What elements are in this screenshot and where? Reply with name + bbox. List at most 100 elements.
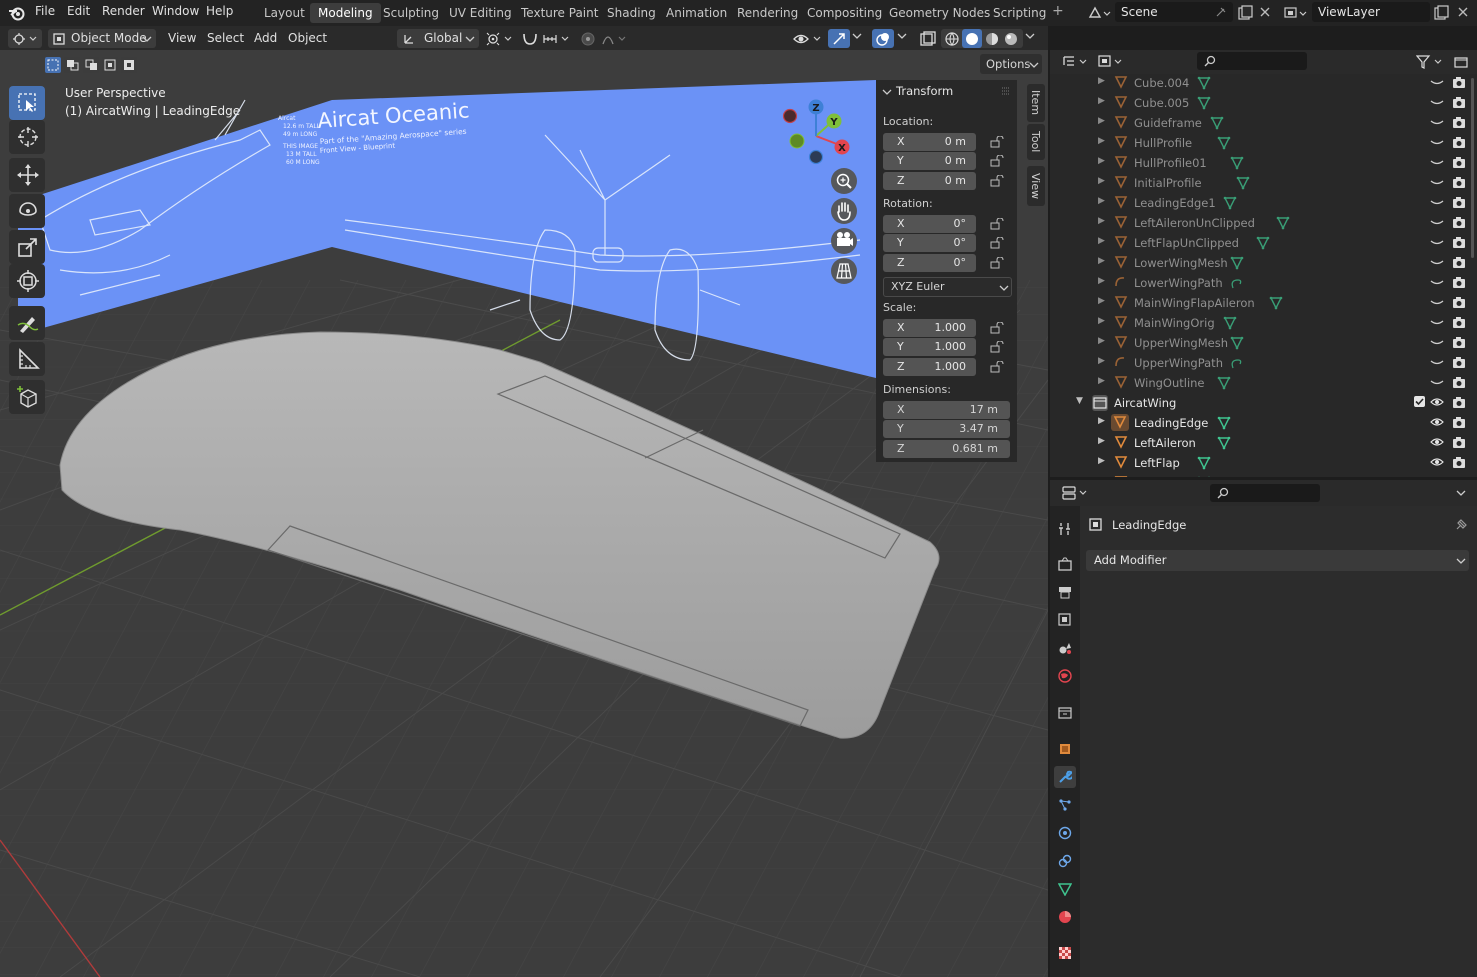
tab-modeling[interactable]: Modeling xyxy=(310,3,381,23)
camera-render-icon[interactable] xyxy=(1452,376,1466,389)
tab-tool[interactable]: Tool xyxy=(1027,124,1045,160)
editor-type-button[interactable] xyxy=(8,29,42,48)
new-scene-icon[interactable] xyxy=(1236,4,1254,22)
tab-geometry-nodes[interactable]: Geometry Nodes xyxy=(881,3,998,23)
chevron-down-icon[interactable] xyxy=(896,32,908,42)
overlay-toggle-button[interactable] xyxy=(872,29,894,48)
camera-render-icon[interactable] xyxy=(1452,276,1466,289)
camera-render-icon[interactable] xyxy=(1452,336,1466,349)
mesh-data-icon[interactable] xyxy=(1197,476,1211,477)
outliner-editor-icon[interactable] xyxy=(1062,55,1090,69)
eye-closed-icon[interactable] xyxy=(1430,177,1444,188)
camera-render-icon[interactable] xyxy=(1452,436,1466,449)
outliner-row[interactable]: ▶ LeadingEdge xyxy=(1050,413,1468,433)
outliner-row[interactable]: ▶ MainWing xyxy=(1050,473,1468,477)
dimension-y-field[interactable]: Y 3.47 m xyxy=(883,420,1010,438)
filter-icon[interactable] xyxy=(1416,55,1446,69)
scale-tool[interactable] xyxy=(9,230,45,264)
navigation-gizmo[interactable]: X Y Z xyxy=(780,90,860,170)
add-modifier-dropdown[interactable]: Add Modifier xyxy=(1086,550,1469,571)
lock-icon[interactable] xyxy=(990,361,1004,373)
tab-world[interactable] xyxy=(1054,665,1076,687)
mesh-data-icon[interactable] xyxy=(1269,296,1283,310)
expand-arrow-icon[interactable]: ▶ xyxy=(1098,336,1105,346)
blender-logo-icon[interactable] xyxy=(8,5,26,21)
cursor-tool[interactable] xyxy=(9,120,45,154)
eye-closed-icon[interactable] xyxy=(1430,257,1444,268)
lock-icon[interactable] xyxy=(990,257,1004,269)
lock-icon[interactable] xyxy=(990,155,1004,167)
camera-render-icon[interactable] xyxy=(1452,196,1466,209)
location-z-field[interactable]: Z 0 m xyxy=(883,172,976,190)
rotation-z-field[interactable]: Z 0° xyxy=(883,254,976,272)
mesh-data-icon[interactable] xyxy=(1197,76,1211,90)
tab-output[interactable] xyxy=(1054,581,1076,603)
mesh-data-icon[interactable] xyxy=(1217,136,1231,150)
rotation-x-field[interactable]: X 0° xyxy=(883,215,976,233)
eye-closed-icon[interactable] xyxy=(1430,77,1444,88)
transform-tool[interactable] xyxy=(9,264,45,298)
outliner-row[interactable]: ▶ WingOutline xyxy=(1050,373,1468,393)
rendered-shading-icon[interactable] xyxy=(1003,31,1019,47)
move-tool[interactable] xyxy=(9,158,45,192)
scene-selector-icon[interactable] xyxy=(1087,5,1113,21)
eye-closed-icon[interactable] xyxy=(1430,357,1444,368)
tab-object-data[interactable] xyxy=(1054,878,1076,900)
camera-render-icon[interactable] xyxy=(1452,156,1466,169)
expand-arrow-icon[interactable]: ▶ xyxy=(1098,476,1105,477)
mesh-data-icon[interactable] xyxy=(1230,336,1244,350)
pin-icon[interactable] xyxy=(1454,518,1468,532)
expand-arrow-icon[interactable]: ▶ xyxy=(1098,296,1105,306)
add-workspace-button[interactable]: + xyxy=(1052,3,1064,19)
tab-view[interactable]: View xyxy=(1027,166,1045,206)
tab-texture-paint[interactable]: Texture Paint xyxy=(513,3,606,23)
rotation-y-field[interactable]: Y 0° xyxy=(883,234,976,252)
outliner-row[interactable]: ▶ InitialProfile xyxy=(1050,173,1468,193)
expand-arrow-icon[interactable]: ▶ xyxy=(1098,456,1105,466)
mesh-data-icon[interactable] xyxy=(1223,316,1237,330)
curve-data-icon[interactable] xyxy=(1230,356,1244,370)
eye-closed-icon[interactable] xyxy=(1430,217,1444,228)
options-dropdown[interactable]: Options xyxy=(980,54,1042,74)
eye-closed-icon[interactable] xyxy=(1430,97,1444,108)
mesh-data-icon[interactable] xyxy=(1197,96,1211,110)
camera-render-icon[interactable] xyxy=(1452,356,1466,369)
menu-window[interactable]: Window xyxy=(152,4,199,18)
tab-view-layer[interactable] xyxy=(1054,609,1076,631)
camera-render-icon[interactable] xyxy=(1452,176,1466,189)
scale-z-field[interactable]: Z 1.000 xyxy=(883,358,976,376)
collection-row[interactable]: ▼ AircatWing xyxy=(1050,393,1468,413)
eye-closed-icon[interactable] xyxy=(1430,157,1444,168)
camera-render-icon[interactable] xyxy=(1452,216,1466,229)
mesh-data-icon[interactable] xyxy=(1217,376,1231,390)
expand-arrow-icon[interactable]: ▶ xyxy=(1098,116,1105,126)
camera-render-icon[interactable] xyxy=(1452,136,1466,149)
outliner-row[interactable]: ▶ LeftFlap xyxy=(1050,453,1468,473)
tab-physics[interactable] xyxy=(1054,822,1076,844)
delete-scene-icon[interactable] xyxy=(1258,5,1272,19)
tab-texture[interactable] xyxy=(1054,942,1076,964)
camera-render-icon[interactable] xyxy=(1452,316,1466,329)
camera-render-icon[interactable] xyxy=(1452,296,1466,309)
outliner-row[interactable]: ▶ Cube.004 xyxy=(1050,74,1468,93)
eye-open-icon[interactable] xyxy=(1430,397,1444,408)
location-y-field[interactable]: Y 0 m xyxy=(883,152,976,170)
mesh-data-icon[interactable] xyxy=(1217,416,1231,430)
expand-arrow-icon[interactable]: ▶ xyxy=(1098,136,1105,146)
menu-render[interactable]: Render xyxy=(102,4,145,18)
solid-shading-button[interactable] xyxy=(962,29,982,48)
mesh-data-icon[interactable] xyxy=(1230,256,1244,270)
lock-icon[interactable] xyxy=(990,218,1004,230)
eye-closed-icon[interactable] xyxy=(1430,277,1444,288)
view-layer-field[interactable]: ViewLayer xyxy=(1312,2,1430,22)
camera-render-icon[interactable] xyxy=(1452,256,1466,269)
pivot-point-icon[interactable] xyxy=(485,31,515,47)
chevron-down-icon[interactable] xyxy=(851,32,863,42)
properties-editor-icon[interactable] xyxy=(1062,486,1090,500)
camera-render-icon[interactable] xyxy=(1452,476,1466,477)
outliner-row[interactable]: ▶ MainWingFlapAileron xyxy=(1050,293,1468,313)
expand-arrow-icon[interactable]: ▶ xyxy=(1098,356,1105,366)
tab-material[interactable] xyxy=(1054,906,1076,928)
view-layer-selector-icon[interactable] xyxy=(1283,5,1311,21)
tab-uv-editing[interactable]: UV Editing xyxy=(441,3,520,23)
